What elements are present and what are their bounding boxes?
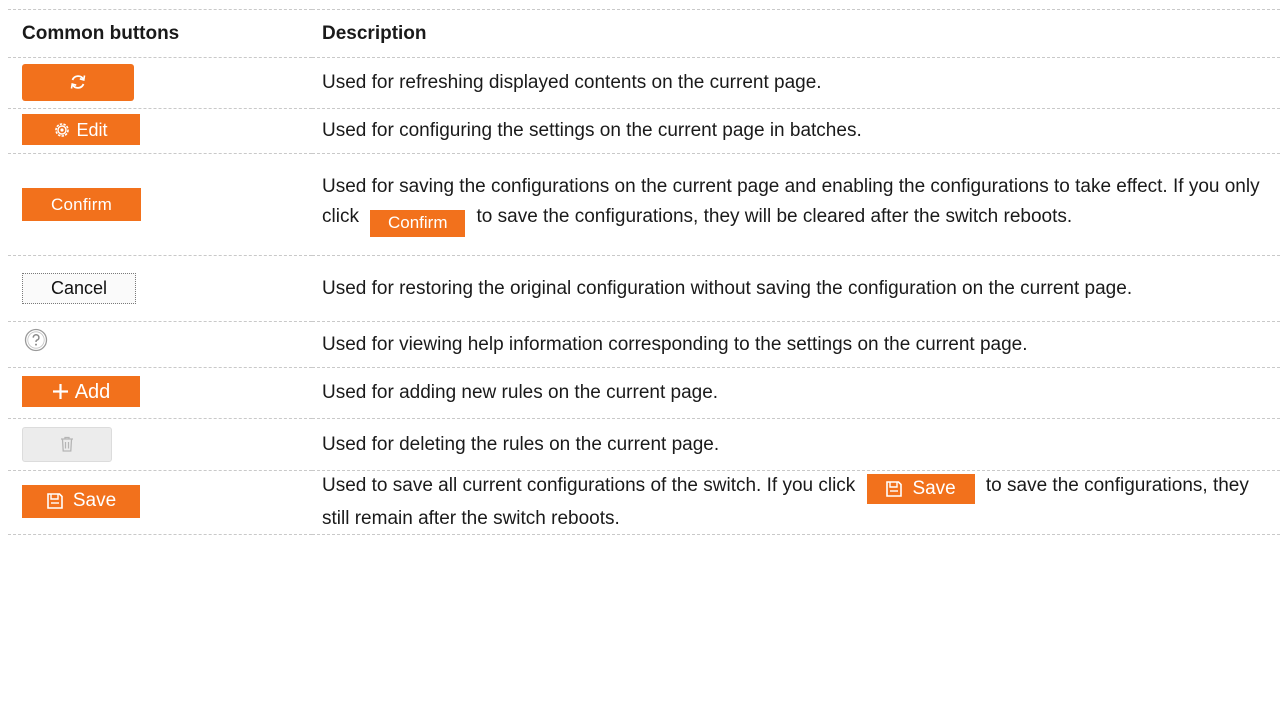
save-button-label: Save — [72, 490, 117, 512]
cancel-button[interactable]: Cancel — [22, 272, 136, 304]
table-row: Save Used to save all current configurat… — [8, 470, 1280, 535]
column-header-description: Description — [312, 9, 1280, 58]
cancel-button-label: Cancel — [50, 278, 108, 299]
trash-icon — [61, 437, 73, 452]
table-row: Used for refreshing displayed contents o… — [8, 57, 1280, 109]
edit-button-label: Edit — [76, 119, 108, 140]
table-row: Used for deleting the rules on the curre… — [8, 418, 1280, 471]
description-cell: Used to save all current configurations … — [312, 470, 1280, 535]
delete-button[interactable] — [22, 426, 112, 462]
description-text: Used to save all current configurations … — [322, 475, 856, 496]
floppy-disk-icon — [47, 493, 63, 510]
description-cell: Used for deleting the rules on the curre… — [312, 418, 1280, 471]
table-row: Edit Used for configuring the settings o… — [8, 108, 1280, 154]
button-cell — [8, 418, 312, 471]
inline-confirm-button: Confirm — [370, 209, 466, 237]
table-row: Add Used for adding new rules on the cur… — [8, 367, 1280, 419]
plus-icon — [52, 384, 68, 399]
refresh-icon — [70, 75, 86, 89]
description-cell: Used for adding new rules on the current… — [312, 367, 1280, 419]
save-button[interactable]: Save — [22, 484, 140, 518]
button-cell — [8, 321, 312, 368]
description-cell: Used for configuring the settings on the… — [312, 108, 1280, 154]
description-text: to save the configurations, they will be… — [476, 206, 1073, 228]
edit-button[interactable]: Edit — [22, 114, 140, 146]
inline-save-button-label: Save — [912, 478, 956, 499]
confirm-button[interactable]: Confirm — [22, 188, 141, 221]
inline-save-button: Save — [866, 474, 975, 504]
button-reference-page: Common buttons Description Used for refr… — [0, 0, 1285, 713]
table-row: Used for viewing help information corres… — [8, 321, 1280, 368]
common-buttons-table: Common buttons Description Used for refr… — [8, 9, 1280, 535]
button-cell: Cancel — [8, 255, 312, 322]
help-button[interactable] — [24, 328, 48, 352]
button-cell: Edit — [8, 108, 312, 154]
column-header-common-buttons: Common buttons — [8, 9, 312, 58]
gear-icon — [55, 122, 70, 137]
button-cell: Add — [8, 367, 312, 419]
table-row: Cancel Used for restoring the original c… — [8, 255, 1280, 322]
button-cell: Confirm — [8, 153, 312, 256]
description-cell: Used for viewing help information corres… — [312, 321, 1280, 368]
description-cell: Used for saving the configurations on th… — [312, 153, 1280, 256]
description-cell: Used for restoring the original configur… — [312, 255, 1280, 322]
description-cell: Used for refreshing displayed contents o… — [312, 57, 1280, 109]
table-row: Confirm Used for saving the configuratio… — [8, 153, 1280, 256]
refresh-button[interactable] — [22, 63, 134, 101]
floppy-disk-icon — [886, 481, 903, 497]
add-button-label: Add — [74, 380, 111, 403]
button-cell — [8, 57, 312, 109]
button-cell: Save — [8, 470, 312, 535]
table-header-row: Common buttons Description — [8, 9, 1280, 58]
help-icon — [24, 328, 48, 351]
inline-confirm-button-label: Confirm — [387, 213, 448, 233]
add-button[interactable]: Add — [22, 376, 140, 407]
confirm-button-label: Confirm — [51, 194, 112, 214]
